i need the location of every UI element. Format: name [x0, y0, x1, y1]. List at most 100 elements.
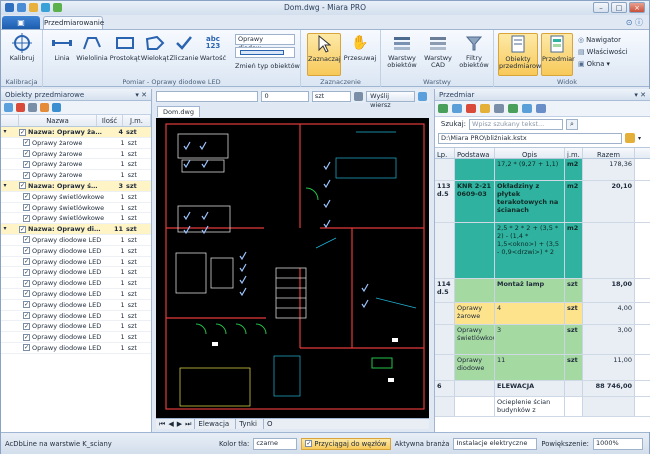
list-item[interactable]: ✓ Oprawy świetlówkowe 1 szt [1, 213, 151, 225]
row-checkbox[interactable]: ✓ [23, 171, 30, 179]
table-row[interactable]: Ocieplenie ścian budynków z [435, 397, 650, 417]
tab-przedmiarowanie[interactable]: Przedmiarowanie [43, 16, 104, 29]
zoom-input[interactable]: 1000% [592, 437, 643, 450]
snap-checkbox[interactable]: ✓ [305, 440, 313, 447]
table-row[interactable]: Oprawy diodowe 11 szt 11,00 [435, 355, 650, 381]
row-checkbox[interactable]: ✓ [23, 214, 30, 222]
zliczanie-button[interactable]: Zliczanie [169, 33, 199, 62]
col-podstawa[interactable]: Podstawa [455, 148, 495, 158]
minimize-button[interactable]: – [593, 2, 609, 13]
list-item[interactable]: ✓ Oprawy diodowe LED 1 szt [1, 311, 151, 322]
list-item[interactable]: ✓ Oprawy diodowe LED 1 szt [1, 321, 151, 333]
wlasciwosci-button[interactable]: ▤ Właściwości [578, 46, 627, 58]
row-checkbox[interactable]: ✓ [23, 204, 30, 212]
layout-tab-o[interactable]: O [262, 419, 276, 429]
line-style-dropdown[interactable] [235, 47, 295, 58]
document-tab[interactable]: Dom.dwg [157, 106, 200, 117]
copy-icon[interactable] [28, 103, 37, 112]
filter-unit-input[interactable]: szt [311, 90, 352, 102]
row-checkbox[interactable]: ✓ [19, 225, 26, 233]
send-row-button[interactable]: Wyślij wiersz [366, 90, 416, 109]
list-item[interactable]: ✓ Oprawy żarowe 1 szt [1, 138, 151, 149]
table-row[interactable]: Oprawy żarowe 4 szt 4,00 [435, 303, 650, 325]
filtry-obiektow-button[interactable]: Filtry obiektów [457, 33, 491, 69]
layout-tab-elewacja[interactable]: Elewacja [194, 419, 232, 429]
table-row[interactable]: 17,2 * (9,27 + 1,1) m2 178,36 [435, 159, 650, 181]
row-checkbox[interactable]: ✓ [19, 182, 26, 190]
nav-last-icon[interactable]: ⏭ [185, 419, 191, 429]
list-item[interactable]: ✓ Oprawy żarowe 1 szt [1, 170, 151, 181]
list-item[interactable]: ✓ Oprawy diodowe LED 1 szt [1, 235, 151, 246]
group-row[interactable]: ▾ ✓Nazwa: Oprawy diod... 11szt [1, 224, 151, 235]
row-checkbox[interactable]: ✓ [23, 193, 30, 201]
layout-tab-tynki[interactable]: Tynki [235, 419, 260, 429]
color-icon[interactable] [40, 103, 49, 112]
row-checkbox[interactable]: ✓ [23, 150, 30, 158]
file-path-input[interactable]: D:\Miara PRO\bliźniak.kstx [438, 132, 622, 144]
warstwy-obiektow-button[interactable]: Warstwy obiektów [384, 33, 420, 69]
filter-icon-small[interactable] [354, 91, 364, 101]
undo-icon[interactable] [522, 104, 532, 113]
wielolinia-button[interactable]: Wielolinia [75, 33, 109, 62]
list-item[interactable]: ✓ Oprawy żarowe 1 szt [1, 159, 151, 171]
search-input[interactable]: Wpisz szukany tekst... [469, 118, 563, 130]
przedmiar-button[interactable]: Przedmiar [541, 33, 575, 76]
row-checkbox[interactable]: ✓ [19, 128, 26, 136]
nav-next-icon[interactable]: ▶ [177, 419, 182, 429]
cad-canvas[interactable] [156, 118, 429, 418]
nav-prev-icon[interactable]: ◀ [168, 419, 173, 429]
row-checkbox[interactable]: ✓ [23, 344, 30, 352]
list-item[interactable]: ✓ Oprawy świetlówkowe 1 szt [1, 192, 151, 203]
list-item[interactable]: ✓ Oprawy diodowe LED 1 szt [1, 278, 151, 289]
refresh-icon[interactable] [52, 103, 61, 112]
zaznaczaj-button[interactable]: Zaznaczaj [307, 33, 341, 76]
collapse-icon[interactable]: ▾ [1, 224, 9, 234]
list-item[interactable]: ✓ Oprawy diodowe LED 1 szt [1, 267, 151, 279]
row-checkbox[interactable]: ✓ [23, 333, 30, 341]
delete-icon[interactable] [16, 103, 25, 112]
row-checkbox[interactable]: ✓ [23, 236, 30, 244]
close-button[interactable]: × [629, 2, 645, 13]
insert-row-icon[interactable] [452, 104, 462, 113]
link-icon[interactable] [536, 104, 546, 113]
filter-value-input[interactable]: 0 [261, 90, 309, 102]
col-lp[interactable]: Lp. [435, 148, 455, 158]
nawigator-button[interactable]: ◎ Nawigator [578, 34, 627, 46]
linia-button[interactable]: Linia [47, 33, 77, 62]
wielokat-button[interactable]: Wielokąt [140, 33, 170, 62]
search-icon[interactable]: ⌕ [566, 118, 578, 130]
prostokat-button[interactable]: Prostokąt [109, 33, 141, 62]
group-row[interactable]: ▾ ✓Nazwa: Oprawy żaro... 4szt [1, 127, 151, 138]
path-dropdown-icon[interactable]: ▾ [638, 135, 641, 142]
warstwy-cad-button[interactable]: Warstwy CAD [421, 33, 455, 69]
settings-icon[interactable] [418, 91, 427, 101]
folder-icon[interactable] [480, 104, 490, 113]
przesuwaj-button[interactable]: ✋ Przesuwaj [343, 33, 377, 62]
row-checkbox[interactable]: ✓ [23, 279, 30, 287]
row-checkbox[interactable]: ✓ [23, 322, 30, 330]
delete-icon[interactable] [466, 104, 476, 113]
list-item[interactable]: ✓ Oprawy żarowe 1 szt [1, 149, 151, 160]
row-checkbox[interactable]: ✓ [23, 139, 30, 147]
list-item[interactable]: ✓ Oprawy diodowe LED 1 szt [1, 257, 151, 268]
row-checkbox[interactable]: ✓ [23, 160, 30, 168]
list-item[interactable]: ✓ Oprawy diodowe LED 1 szt [1, 343, 151, 354]
table-row[interactable]: 2,5 * 2 * 2 + (3,5 * 2) - (1,4 * 1,5<okn… [435, 223, 650, 279]
list-item[interactable]: ✓ Oprawy diodowe LED 1 szt [1, 246, 151, 257]
maximize-button[interactable]: □ [611, 2, 627, 13]
branch-select[interactable]: Instalacje elektryczne [453, 437, 538, 450]
bg-color-select[interactable]: czarne [253, 437, 298, 450]
collapse-icon[interactable]: ▾ [1, 127, 9, 137]
row-checkbox[interactable]: ✓ [23, 301, 30, 309]
row-checkbox[interactable]: ✓ [23, 258, 30, 266]
col-razem[interactable]: Razem [583, 148, 635, 158]
col-nazwa[interactable]: Nazwa [19, 115, 97, 126]
okna-button[interactable]: ▣ Okna ▾ [578, 58, 627, 70]
list-item[interactable]: ✓ Oprawy diodowe LED 1 szt [1, 289, 151, 300]
row-checkbox[interactable]: ✓ [23, 290, 30, 298]
list-item[interactable]: ✓ Oprawy diodowe LED 1 szt [1, 300, 151, 311]
pin-icon[interactable]: ▾ ✕ [135, 89, 147, 101]
obiekty-przedmiarowe-button[interactable]: Obiekty przedmiarowe [498, 33, 545, 76]
col-opis[interactable]: Opis [495, 148, 565, 158]
table-row[interactable]: 114 d.5 Montaż lamp szt 18,00 [435, 279, 650, 303]
